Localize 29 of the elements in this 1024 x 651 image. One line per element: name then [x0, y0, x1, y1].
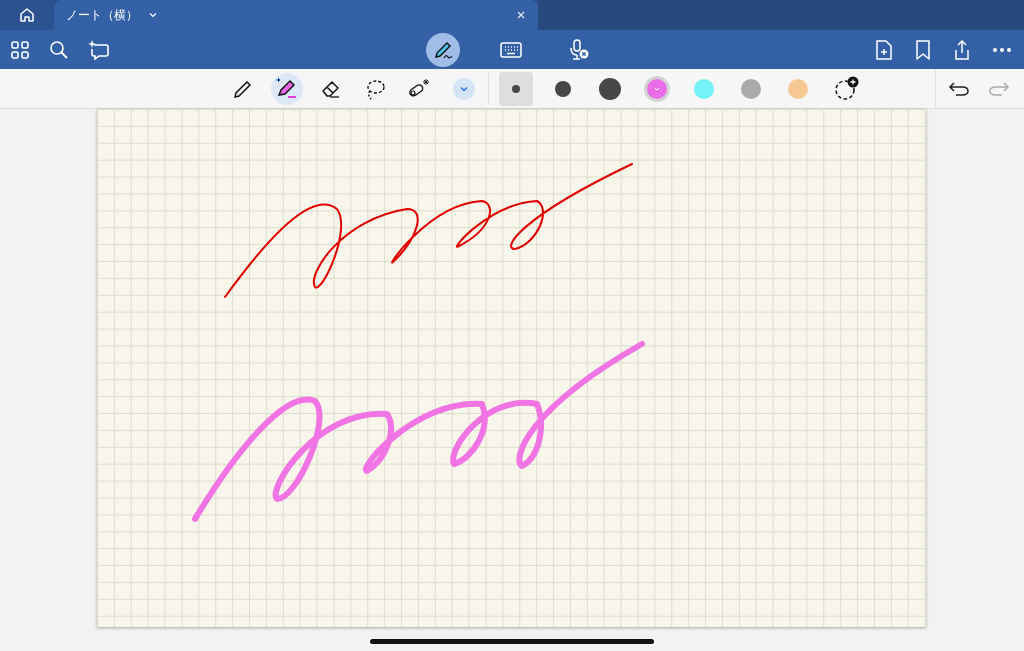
color-swatch[interactable]: [788, 78, 808, 99]
sparkle-chat-icon[interactable]: [88, 38, 110, 61]
tab-title: ノート（横）: [66, 6, 138, 24]
chevron-down-icon[interactable]: [148, 10, 158, 20]
close-icon[interactable]: [516, 10, 526, 20]
highlighter-icon: [275, 76, 299, 101]
highlighter-tool-button[interactable]: [271, 72, 303, 105]
home-icon: [18, 6, 36, 24]
share-icon[interactable]: [952, 38, 972, 61]
redo-arrow-icon: [988, 80, 1010, 97]
undo-arrow-icon: [948, 80, 970, 97]
add-page-icon[interactable]: [874, 38, 894, 61]
add-color-icon[interactable]: [834, 75, 860, 102]
color-swatch[interactable]: [741, 78, 761, 99]
expand-tools-button[interactable]: [453, 77, 475, 100]
sparkle-eraser-icon: [407, 77, 431, 100]
bookmark-icon[interactable]: [914, 38, 932, 61]
stroke-size-button[interactable]: [499, 71, 533, 106]
document-tab[interactable]: ノート（横）: [54, 0, 538, 30]
more-icon[interactable]: [992, 46, 1012, 53]
grid-icon[interactable]: [10, 39, 30, 60]
keyboard-icon: [500, 41, 522, 58]
home-tab[interactable]: [0, 0, 54, 30]
color-swatch[interactable]: [647, 78, 667, 99]
microphone-icon: [568, 38, 590, 61]
search-icon[interactable]: [49, 39, 69, 60]
lasso-icon: [364, 77, 386, 100]
color-swatch[interactable]: [694, 78, 714, 99]
pen-mode-button[interactable]: [426, 32, 460, 67]
